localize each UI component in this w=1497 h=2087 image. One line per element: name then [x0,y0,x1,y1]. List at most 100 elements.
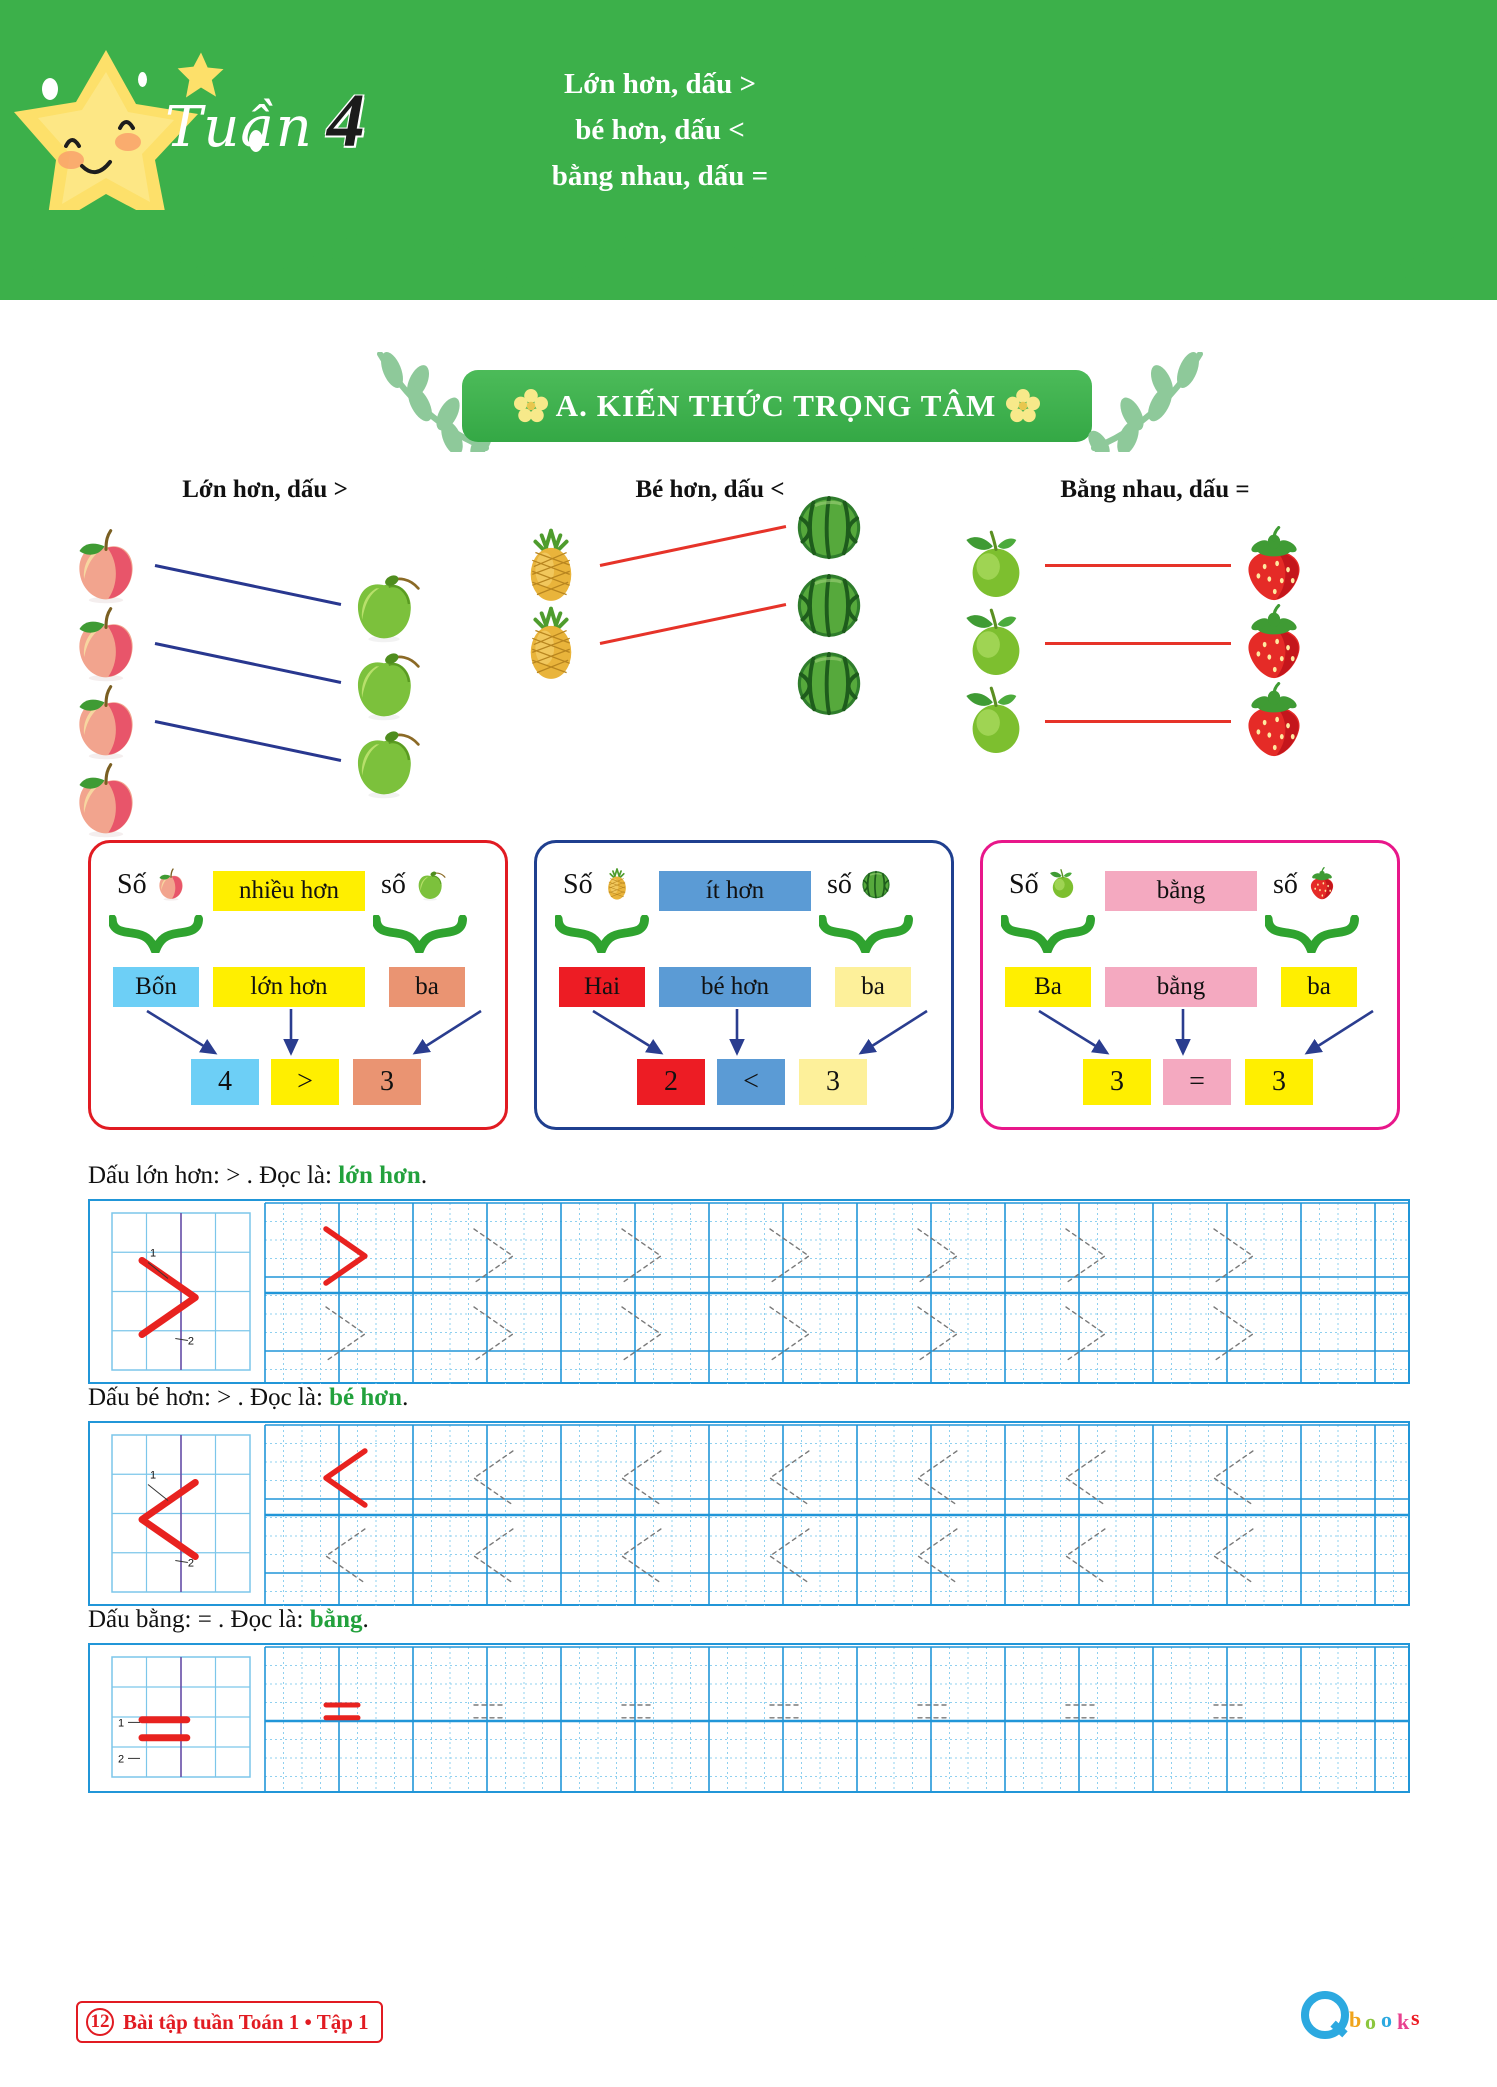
fruit-pineapple [512,526,590,604]
curly-brace-icon [1265,915,1373,957]
svg-text:1: 1 [150,1248,156,1260]
page-title-line-3: bằng nhau, dấu = [551,159,769,192]
curly-brace-icon [555,915,663,957]
left-value-tag: 4 [191,1059,259,1105]
practice-label-suffix: . [420,1162,428,1189]
section-title: A. KIẾN THỨC TRỌNG TÂM [555,388,997,423]
pairing-line [1045,564,1231,567]
rule-box-content: Số nhiều hơn số Bốn lớn hơn ba 4 > 3 [91,843,505,1127]
fruit-watermelon [790,643,868,721]
practice-label-suffix: . [362,1606,369,1633]
so-label: số [827,869,852,900]
so-label: Số [117,869,147,900]
so-label: Số [1009,869,1039,900]
right-quantity-label: số [1273,867,1341,903]
fruit-strawberry [1235,526,1313,604]
practice-label-3: Dấu bằng: = . Đọc là: bằng. [88,1606,1497,1634]
compare-section: Lớn hơn, dấu > Bé hơn, dấu < Bằng nhau, … [0,476,1497,838]
fruit-lime [957,682,1035,760]
relation-word-tag: ít hơn [659,871,811,911]
fruit-apple [67,526,145,604]
fruit-green-apple [345,565,423,643]
footer-text: Bài tập tuần Toán 1 • Tập 1 [123,2009,369,2034]
fruit-pineapple [600,867,636,903]
relation-word-tag: nhiều hơn [213,871,365,911]
arrow-icon [1293,1007,1383,1061]
fruit-watermelon [859,867,895,903]
fruit-apple [67,760,145,838]
so-label: số [381,869,406,900]
tracing-strip-3[interactable]: 12 [88,1643,1410,1793]
curly-brace-icon [1001,915,1109,957]
wavy-divider [0,210,1497,288]
arrow-icon [1169,1007,1199,1061]
fruit-strawberry [1305,867,1341,903]
leaf-branch-icon [1088,352,1203,452]
relation-word-tag-2: bằng [1105,967,1257,1007]
curly-brace-icon [109,915,217,957]
svg-text:k: k [1397,2009,1410,2034]
svg-text:o: o [1365,2009,1376,2034]
rule-box-content: Số bằng số Ba bằng ba 3 = 3 [983,843,1397,1127]
left-quantity-label: Số [1009,867,1082,903]
tracing-strip-1[interactable]: 12 [88,1199,1410,1384]
compare-column-1: Lớn hơn, dấu > [45,476,485,838]
curly-brace-icon [373,915,481,957]
left-name-tag: Hai [559,967,645,1007]
fruit-watermelon [790,487,868,565]
compare-heading: Lớn hơn, dấu > [182,476,348,503]
compare-heading: Bằng nhau, dấu = [1060,476,1250,503]
week-badge: Tuần 4 [165,78,365,165]
svg-text:2: 2 [188,1558,194,1570]
fruit-green-apple [345,643,423,721]
arrow-icon [589,1007,679,1061]
fruit-watermelon [790,565,868,643]
practice-label-suffix: . [402,1384,409,1411]
fruit-strawberry [1235,604,1313,682]
right-name-tag: ba [389,967,465,1007]
fruit-green-apple [345,721,423,799]
compare-column-2: Bé hơn, dấu < [490,476,930,798]
tracing-strip-2[interactable]: 12 [88,1421,1410,1606]
svg-text:o: o [1381,2007,1392,2032]
left-name-tag: Bốn [113,967,199,1007]
page-title-line-1: Lớn hơn, dấu > [563,68,757,100]
svg-text:2: 2 [188,1336,194,1348]
pairing-line [1045,642,1231,645]
pairing-line [1045,720,1231,723]
pairing-line [154,564,342,606]
right-quantity-label: số [381,867,449,903]
rule-box-2: Số ít hơn số Hai bé hơn ba 2 < 3 [534,840,954,1130]
pairing-line [154,642,342,684]
arrow-icon [1035,1007,1125,1061]
comparison-symbol-tag: > [271,1059,339,1105]
page-number: 12 [86,2008,114,2036]
svg-text:1: 1 [150,1470,156,1482]
fruit-strawberry [1235,682,1313,760]
page-title-line-2: bé hơn, dấu < [575,113,745,146]
practice-label-2: Dấu bé hơn: > . Đọc là: bé hơn. [88,1384,1497,1412]
compare-illustration [45,526,485,838]
rule-box-content: Số ít hơn số Hai bé hơn ba 2 < 3 [537,843,951,1127]
fruit-pineapple [512,604,590,682]
section-banner: A. KIẾN THỨC TRỌNG TÂM [462,370,1092,442]
svg-text:2: 2 [118,1754,124,1766]
fruit-apple [154,867,190,903]
arrow-icon [723,1007,753,1061]
rule-box-3: Số bằng số Ba bằng ba 3 = 3 [980,840,1400,1130]
right-value-tag: 3 [353,1059,421,1105]
practice-label-prefix: Dấu bằng: = . Đọc là: [88,1606,310,1633]
practice-label-1: Dấu lớn hơn: > . Đọc là: lớn hơn. [88,1162,1497,1190]
left-name-tag: Ba [1005,967,1091,1007]
page-header: Tuần 4 Lớn hơn, dấu > bé hơn, dấu < bằng… [0,0,1497,300]
practice-label-highlight: bằng [309,1606,363,1633]
relation-word-tag-2: bé hơn [659,967,811,1007]
rule-box-1: Số nhiều hơn số Bốn lớn hơn ba 4 > 3 [88,840,508,1130]
compare-column-3: Bằng nhau, dấu = [935,476,1375,798]
pairing-line [599,603,787,645]
right-value-tag: 3 [799,1059,867,1105]
practice-label-highlight: lớn hơn [338,1162,421,1189]
right-quantity-label: số [827,867,895,903]
publisher-logo: b o o k s [1301,1991,1420,2039]
fruit-apple [67,682,145,760]
